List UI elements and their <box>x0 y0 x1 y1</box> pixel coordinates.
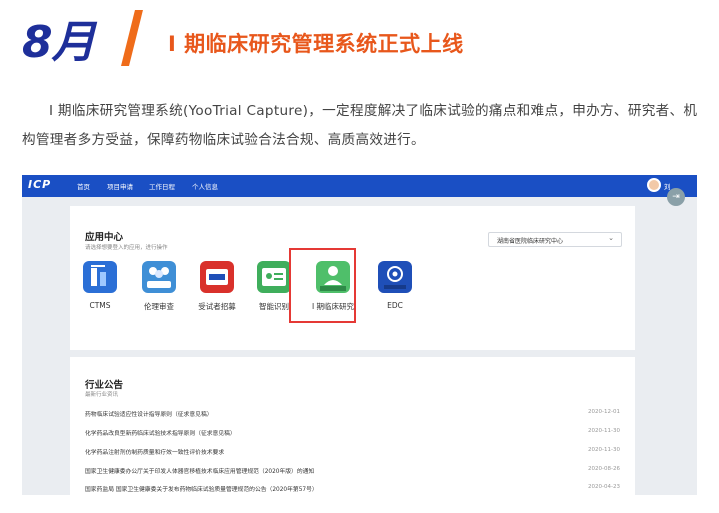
app-center-subtitle: 请选择想要登入的应用，进行操作 <box>85 245 168 251</box>
chevron-down-icon: ⌄ <box>608 234 614 242</box>
announcement-text: 化学药品改良型新药临床试验技术指导原则（征求意见稿） <box>85 431 236 437</box>
headline: I 期临床研究管理系统正式上线 <box>168 32 464 56</box>
app-label: 受试者招募 <box>198 302 236 311</box>
app-center-card: 应用中心 请选择想要登入的应用，进行操作 湖南省医院临床研究中心 ⌄ CTMS <box>70 206 635 350</box>
institution-value: 湖南省医院临床研究中心 <box>497 238 564 245</box>
app-ethics[interactable]: 伦理审查 <box>132 261 186 312</box>
announcement-date: 2020-11-30 <box>588 428 620 434</box>
announcement-date: 2020-12-01 <box>588 409 620 415</box>
announcement-date: 2020-11-30 <box>588 447 620 453</box>
announcement-row[interactable]: 国家卫生健康委办公厅关于印发人体器官移植技术临床应用管理规范（2020年版）的通… <box>85 466 620 479</box>
announcements-title: 行业公告 <box>85 380 124 391</box>
nav-schedule[interactable]: 工作日程 <box>149 181 175 191</box>
announcement-text: 国家药监局 国家卫生健康委关于发布药物临床试验质量管理规范的公告（2020年第5… <box>85 487 318 493</box>
announcement-date: 2020-04-23 <box>588 484 620 490</box>
nav-profile[interactable]: 个人信息 <box>192 181 218 191</box>
nav-project-apply[interactable]: 项目申请 <box>107 181 133 191</box>
institution-select[interactable]: 湖南省医院临床研究中心 ⌄ <box>488 232 622 247</box>
user-avatar[interactable] <box>647 178 661 192</box>
edc-icon <box>378 261 412 293</box>
top-navbar: ICP 首页 项目申请 工作日程 个人信息 刘 <box>22 175 697 197</box>
month-label: 8月 <box>22 17 96 68</box>
system-screenshot: ICP 首页 项目申请 工作日程 个人信息 刘 ⇥ 应用中心 请选择想要登入的应… <box>22 175 697 495</box>
highlight-box <box>289 248 356 323</box>
article-header: 8月 I 期临床研究管理系统正式上线 <box>0 0 719 90</box>
intro-paragraph: I 期临床研究管理系统(YooTrial Capture)，一定程度解决了临床试… <box>22 103 698 148</box>
announcements-card: 行业公告 最新行业资讯 药物临床试验适应性设计指导原则（征求意见稿） 2020-… <box>70 357 635 495</box>
nav-home[interactable]: 首页 <box>77 181 90 191</box>
logo: ICP <box>28 178 52 191</box>
app-edc[interactable]: EDC <box>368 261 422 310</box>
announcement-date: 2020-08-26 <box>588 466 620 472</box>
announcement-text: 药物临床试验适应性设计指导原则（征求意见稿） <box>85 412 213 418</box>
announcement-row[interactable]: 国家药监局 国家卫生健康委关于发布药物临床试验质量管理规范的公告（2020年第5… <box>85 484 620 495</box>
announcement-row[interactable]: 化学药品改良型新药临床试验技术指导原则（征求意见稿） 2020-11-30 <box>85 428 620 441</box>
recognition-icon <box>257 261 291 293</box>
app-label: 伦理审查 <box>144 302 174 311</box>
app-label: CTMS <box>89 301 111 310</box>
announcement-text: 化学药品注射剂仿制药质量和疗效一致性评价技术要求 <box>85 450 225 456</box>
ctms-icon <box>83 261 117 293</box>
app-label: EDC <box>387 301 403 310</box>
announcement-row[interactable]: 化学药品注射剂仿制药质量和疗效一致性评价技术要求 2020-11-30 <box>85 447 620 460</box>
announcements-subtitle: 最新行业资讯 <box>85 392 119 398</box>
app-center-title: 应用中心 <box>85 232 124 243</box>
slash-decoration <box>121 10 143 66</box>
app-recruit[interactable]: 受试者招募 <box>190 261 244 312</box>
recruit-icon <box>200 261 234 293</box>
app-ctms[interactable]: CTMS <box>73 261 127 310</box>
logout-icon[interactable]: ⇥ <box>667 188 685 206</box>
announcement-row[interactable]: 药物临床试验适应性设计指导原则（征求意见稿） 2020-12-01 <box>85 409 620 422</box>
ethics-icon <box>142 261 176 293</box>
announcement-text: 国家卫生健康委办公厅关于印发人体器官移植技术临床应用管理规范（2020年版）的通… <box>85 469 315 475</box>
